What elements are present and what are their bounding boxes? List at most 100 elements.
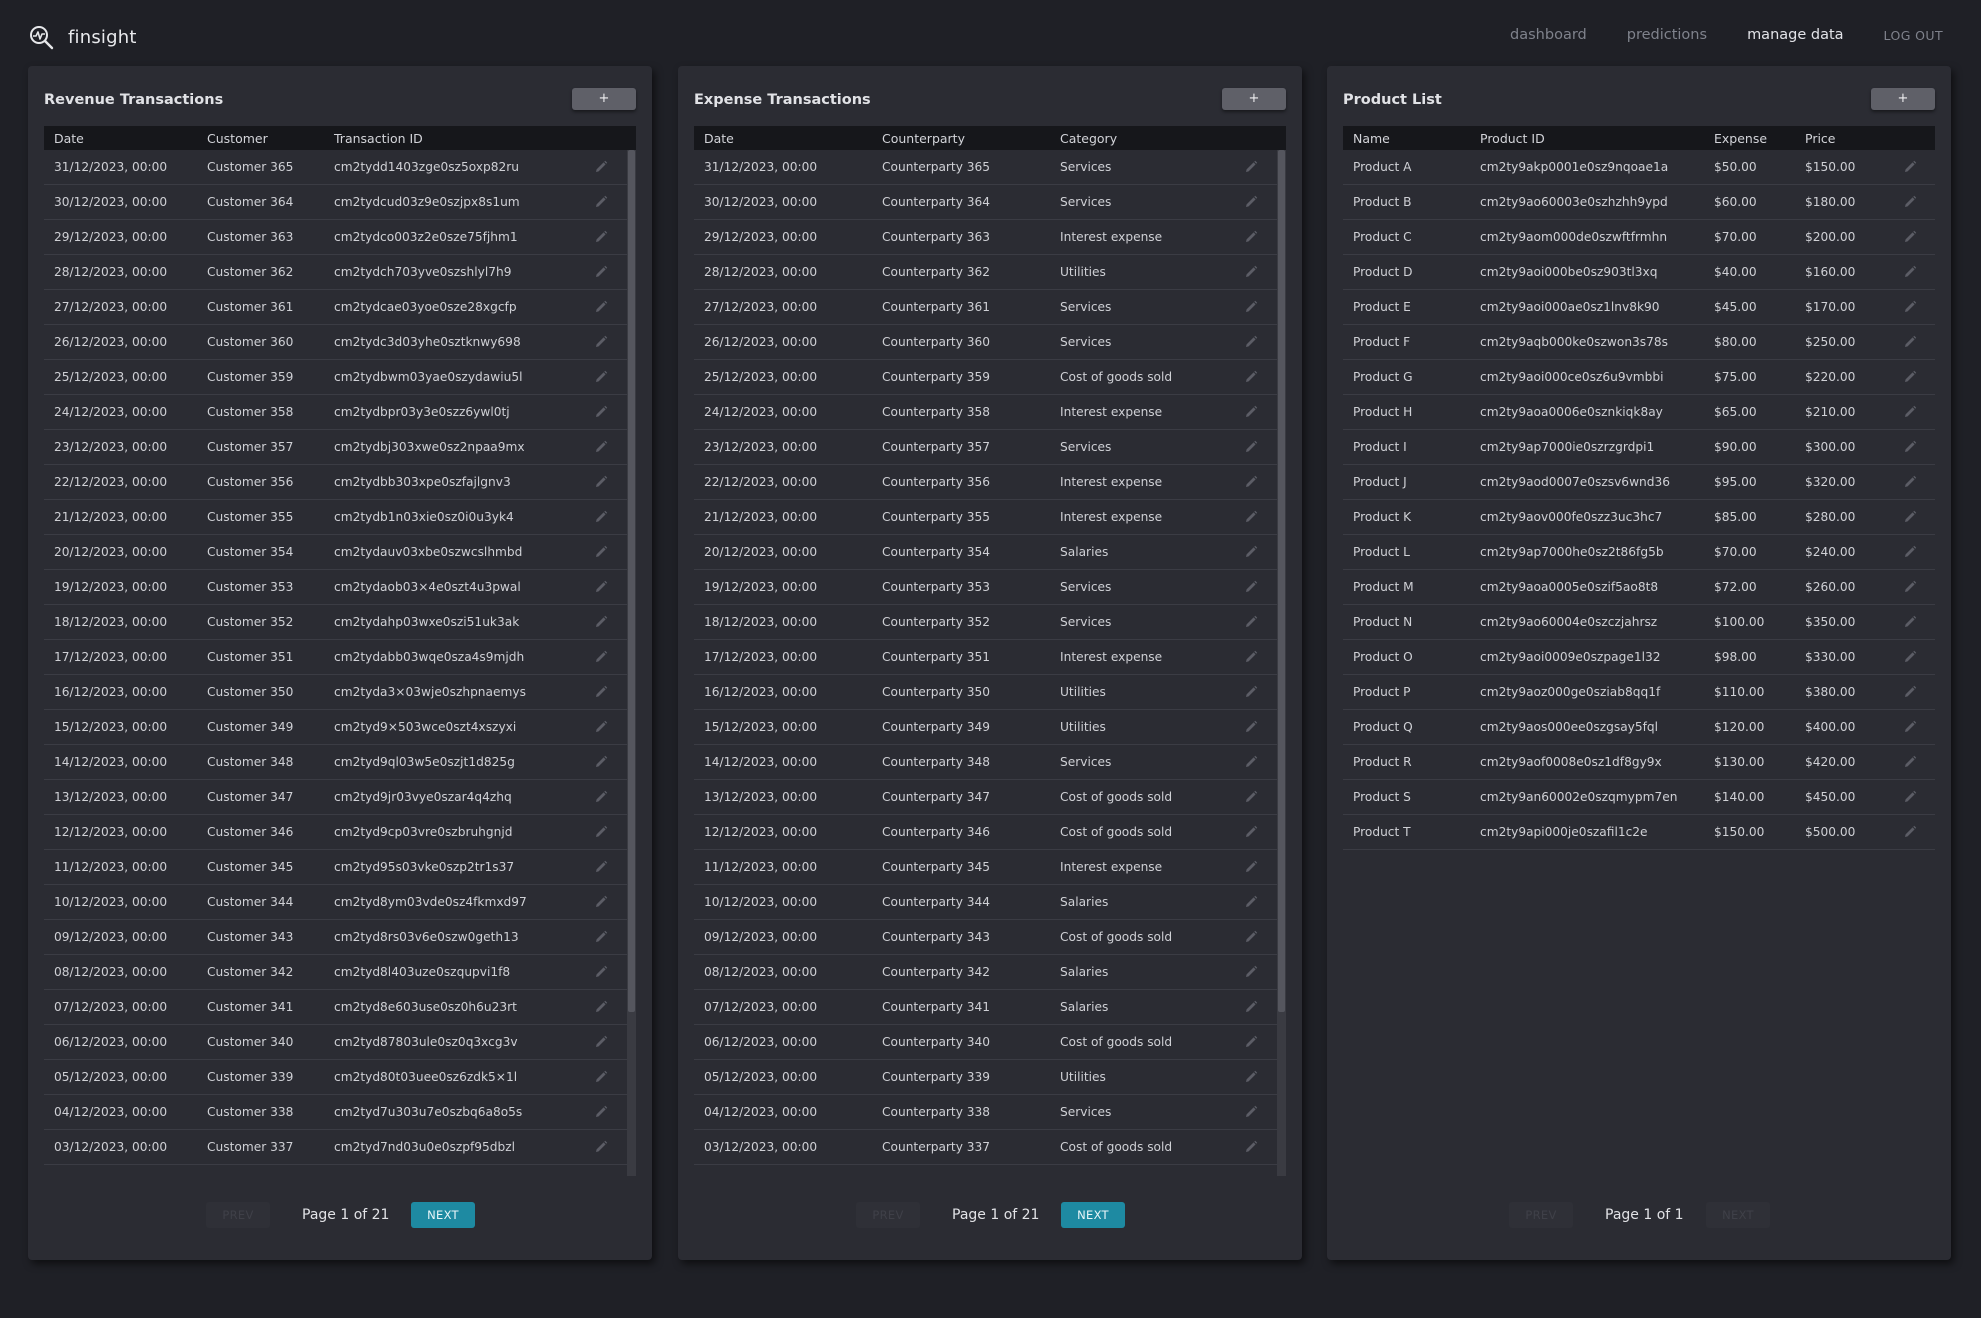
table-row[interactable]: 30/12/2023, 00:00 Customer 364 cm2tydcud03…	[44, 185, 636, 220]
edit-pencil-icon[interactable]	[1244, 475, 1258, 489]
edit-pencil-icon[interactable]	[1903, 755, 1917, 769]
edit-pencil-icon[interactable]	[1244, 580, 1258, 594]
table-row[interactable]: Product L cm2ty9ap7000he0sz2t86fg5b $70.00…	[1343, 535, 1935, 570]
add-product-button[interactable]: +	[1871, 88, 1935, 110]
table-row[interactable]: 31/12/2023, 00:00 Customer 365 cm2tydd1403…	[44, 150, 636, 185]
edit-pencil-icon[interactable]	[1903, 160, 1917, 174]
table-row[interactable]: Product K cm2ty9aov000fe0szz3uc3hc7 $85.00…	[1343, 500, 1935, 535]
edit-pencil-icon[interactable]	[594, 895, 608, 909]
table-row[interactable]: 10/12/2023, 00:00 Customer 344 cm2tyd8ym03…	[44, 885, 636, 920]
logout-button[interactable]: LOG OUT	[1884, 28, 1943, 43]
table-row[interactable]: 11/12/2023, 00:00 Customer 345 cm2tyd95s03…	[44, 850, 636, 885]
table-row[interactable]: 31/12/2023, 00:00 Counterparty 365 Service…	[694, 150, 1286, 185]
table-row[interactable]: 19/12/2023, 00:00 Counterparty 353 Service…	[694, 570, 1286, 605]
table-row[interactable]: Product F cm2ty9aqb000ke0szwon3s78s $80.00…	[1343, 325, 1935, 360]
table-row[interactable]: Product N cm2ty9ao60004e0szczjahrsz $100.0…	[1343, 605, 1935, 640]
edit-pencil-icon[interactable]	[1903, 685, 1917, 699]
edit-pencil-icon[interactable]	[1903, 580, 1917, 594]
edit-pencil-icon[interactable]	[1244, 300, 1258, 314]
edit-pencil-icon[interactable]	[594, 510, 608, 524]
column-header-category[interactable]: Category	[1060, 131, 1117, 146]
table-row[interactable]: 13/12/2023, 00:00 Customer 347 cm2tyd9jr03…	[44, 780, 636, 815]
edit-pencil-icon[interactable]	[594, 825, 608, 839]
column-header-product-id[interactable]: Product ID	[1480, 131, 1545, 146]
edit-pencil-icon[interactable]	[1244, 370, 1258, 384]
table-row[interactable]: 08/12/2023, 00:00 Customer 342 cm2tyd8l403…	[44, 955, 636, 990]
table-row[interactable]: 27/12/2023, 00:00 Customer 361 cm2tydcae03…	[44, 290, 636, 325]
table-row[interactable]: 05/12/2023, 00:00 Counterparty 339 Utiliti…	[694, 1060, 1286, 1095]
table-row[interactable]: 23/12/2023, 00:00 Customer 357 cm2tydbj303…	[44, 430, 636, 465]
table-row[interactable]: 25/12/2023, 00:00 Counterparty 359 Cost of…	[694, 360, 1286, 395]
edit-pencil-icon[interactable]	[594, 545, 608, 559]
product-next-button[interactable]: NEXT	[1706, 1202, 1770, 1228]
edit-pencil-icon[interactable]	[1903, 300, 1917, 314]
column-header-customer[interactable]: Customer	[207, 131, 268, 146]
table-row[interactable]: 04/12/2023, 00:00 Customer 338 cm2tyd7u303…	[44, 1095, 636, 1130]
table-row[interactable]: 17/12/2023, 00:00 Customer 351 cm2tydabb03…	[44, 640, 636, 675]
column-header-counterparty[interactable]: Counterparty	[882, 131, 965, 146]
table-row[interactable]: Product S cm2ty9an60002e0szqmypm7en $140.0…	[1343, 780, 1935, 815]
edit-pencil-icon[interactable]	[1244, 405, 1258, 419]
edit-pencil-icon[interactable]	[1244, 335, 1258, 349]
edit-pencil-icon[interactable]	[1244, 1035, 1258, 1049]
table-row[interactable]: Product O cm2ty9aoi0009e0szpage1l32 $98.00…	[1343, 640, 1935, 675]
table-row[interactable]: 17/12/2023, 00:00 Counterparty 351 Interes…	[694, 640, 1286, 675]
table-row[interactable]: 04/12/2023, 00:00 Counterparty 338 Service…	[694, 1095, 1286, 1130]
add-revenue-button[interactable]: +	[572, 88, 636, 110]
edit-pencil-icon[interactable]	[594, 475, 608, 489]
table-row[interactable]: 18/12/2023, 00:00 Customer 352 cm2tydahp03…	[44, 605, 636, 640]
table-row[interactable]: Product Q cm2ty9aos000ee0szgsay5fql $120.0…	[1343, 710, 1935, 745]
edit-pencil-icon[interactable]	[594, 580, 608, 594]
table-row[interactable]: 06/12/2023, 00:00 Customer 340 cm2tyd87803…	[44, 1025, 636, 1060]
table-row[interactable]: Product J cm2ty9aod0007e0szsv6wnd36 $95.00…	[1343, 465, 1935, 500]
edit-pencil-icon[interactable]	[1244, 860, 1258, 874]
table-row[interactable]: 12/12/2023, 00:00 Customer 346 cm2tyd9cp03…	[44, 815, 636, 850]
edit-pencil-icon[interactable]	[1903, 335, 1917, 349]
table-row[interactable]: Product C cm2ty9aom000de0szwftfrmhn $70.00…	[1343, 220, 1935, 255]
revenue-prev-button[interactable]: PREV	[206, 1202, 270, 1228]
edit-pencil-icon[interactable]	[1244, 615, 1258, 629]
table-row[interactable]: 20/12/2023, 00:00 Customer 354 cm2tydauv03…	[44, 535, 636, 570]
table-row[interactable]: Product R cm2ty9aof0008e0sz1df8gy9x $130.0…	[1343, 745, 1935, 780]
edit-pencil-icon[interactable]	[594, 755, 608, 769]
revenue-scrollbar[interactable]	[627, 150, 636, 1176]
table-row[interactable]: 03/12/2023, 00:00 Counterparty 337 Cost of…	[694, 1130, 1286, 1165]
edit-pencil-icon[interactable]	[594, 1140, 608, 1154]
edit-pencil-icon[interactable]	[594, 1105, 608, 1119]
edit-pencil-icon[interactable]	[594, 1035, 608, 1049]
edit-pencil-icon[interactable]	[594, 1070, 608, 1084]
product-prev-button[interactable]: PREV	[1509, 1202, 1573, 1228]
column-header-name[interactable]: Name	[1353, 131, 1390, 146]
nav-predictions[interactable]: predictions	[1627, 27, 1707, 43]
edit-pencil-icon[interactable]	[1244, 265, 1258, 279]
edit-pencil-icon[interactable]	[1244, 720, 1258, 734]
table-row[interactable]: 18/12/2023, 00:00 Counterparty 352 Service…	[694, 605, 1286, 640]
add-expense-button[interactable]: +	[1222, 88, 1286, 110]
edit-pencil-icon[interactable]	[1903, 440, 1917, 454]
edit-pencil-icon[interactable]	[1244, 195, 1258, 209]
table-row[interactable]: 21/12/2023, 00:00 Counterparty 355 Interes…	[694, 500, 1286, 535]
edit-pencil-icon[interactable]	[1903, 545, 1917, 559]
column-header-date[interactable]: Date	[54, 131, 84, 146]
table-row[interactable]: 23/12/2023, 00:00 Counterparty 357 Service…	[694, 430, 1286, 465]
expense-scrollbar[interactable]	[1277, 150, 1286, 1176]
edit-pencil-icon[interactable]	[594, 685, 608, 699]
edit-pencil-icon[interactable]	[594, 195, 608, 209]
edit-pencil-icon[interactable]	[1903, 475, 1917, 489]
table-row[interactable]: Product T cm2ty9api000je0szafil1c2e $150.0…	[1343, 815, 1935, 850]
edit-pencil-icon[interactable]	[594, 965, 608, 979]
table-row[interactable]: 14/12/2023, 00:00 Counterparty 348 Service…	[694, 745, 1286, 780]
table-row[interactable]: Product A cm2ty9akp0001e0sz9nqoae1a $50.00…	[1343, 150, 1935, 185]
table-row[interactable]: 13/12/2023, 00:00 Counterparty 347 Cost of…	[694, 780, 1286, 815]
edit-pencil-icon[interactable]	[1244, 1105, 1258, 1119]
table-row[interactable]: 07/12/2023, 00:00 Counterparty 341 Salarie…	[694, 990, 1286, 1025]
edit-pencil-icon[interactable]	[1903, 825, 1917, 839]
edit-pencil-icon[interactable]	[1244, 230, 1258, 244]
table-row[interactable]: 10/12/2023, 00:00 Counterparty 344 Salarie…	[694, 885, 1286, 920]
table-row[interactable]: Product G cm2ty9aoi000ce0sz6u9vmbbi $75.00…	[1343, 360, 1935, 395]
table-row[interactable]: 08/12/2023, 00:00 Counterparty 342 Salarie…	[694, 955, 1286, 990]
nav-manage-data[interactable]: manage data	[1747, 27, 1843, 43]
edit-pencil-icon[interactable]	[1244, 825, 1258, 839]
table-row[interactable]: 09/12/2023, 00:00 Customer 343 cm2tyd8rs03…	[44, 920, 636, 955]
table-row[interactable]: 07/12/2023, 00:00 Customer 341 cm2tyd8e603…	[44, 990, 636, 1025]
